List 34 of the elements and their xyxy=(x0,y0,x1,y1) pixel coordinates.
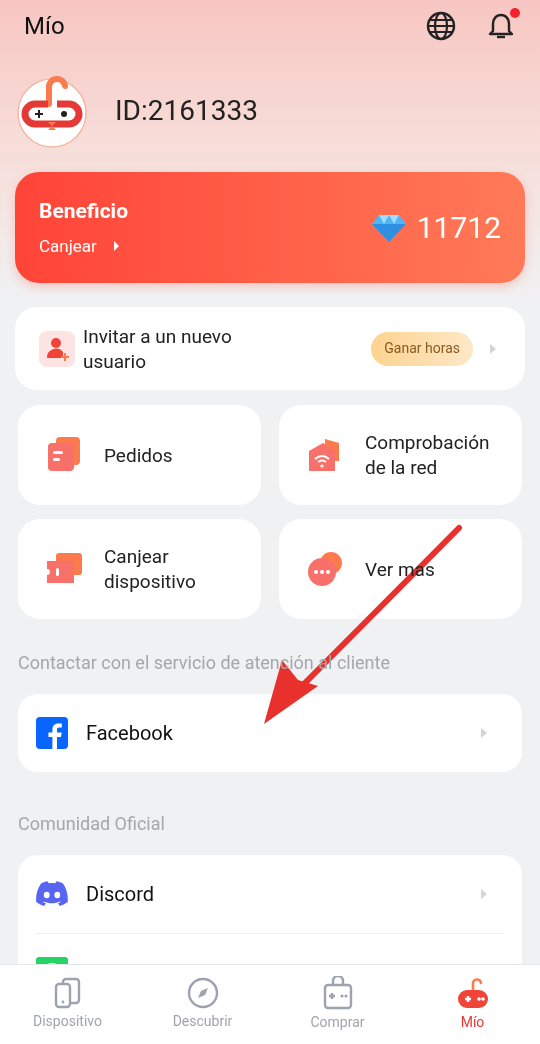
phone-icon xyxy=(52,977,83,1009)
benefit-title: Beneficio xyxy=(39,198,129,225)
tile-label: Pedidos xyxy=(104,442,174,468)
menu-tile[interactable]: Comprobación de la red xyxy=(279,405,522,505)
add-user-icon xyxy=(39,330,75,367)
contact-row[interactable]: Facebook xyxy=(18,694,522,772)
community-label: Discord xyxy=(86,881,156,908)
contact-label: Facebook xyxy=(86,720,174,747)
more-icon xyxy=(305,549,345,589)
community-heading: Comunidad Oficial xyxy=(18,812,166,836)
facebook-icon xyxy=(36,717,68,749)
shopping-bag-icon xyxy=(321,976,354,1010)
caret-icon xyxy=(489,342,497,355)
gamepad-icon xyxy=(455,976,490,1010)
caret-icon xyxy=(480,727,488,739)
discord-icon xyxy=(36,881,68,907)
user-id: ID:2161333 xyxy=(115,93,258,129)
diamond-balance: 11712 xyxy=(416,209,501,247)
avatar-icon xyxy=(17,74,89,148)
bell-icon[interactable] xyxy=(488,12,514,40)
nav-tab[interactable]: Mío xyxy=(405,965,540,1044)
diamond-icon xyxy=(370,212,407,243)
globe-icon[interactable] xyxy=(426,11,456,41)
tile-label: Comprobación de la red xyxy=(365,430,491,480)
page-title: Mío xyxy=(24,11,66,42)
menu-tile[interactable]: Canjear dispositivo xyxy=(18,519,261,619)
invite-label: Invitar a un nuevo usuario xyxy=(83,323,233,374)
earn-hours-badge: Ganar horas xyxy=(371,331,473,366)
menu-tile[interactable]: Pedidos xyxy=(18,405,261,505)
invite-card[interactable]: Invitar a un nuevo usuario Ganar horas xyxy=(15,307,525,390)
tile-label: Canjear dispositivo xyxy=(104,544,197,594)
caret-icon xyxy=(112,240,120,253)
compass-icon xyxy=(186,977,219,1009)
caret-icon xyxy=(480,888,488,900)
